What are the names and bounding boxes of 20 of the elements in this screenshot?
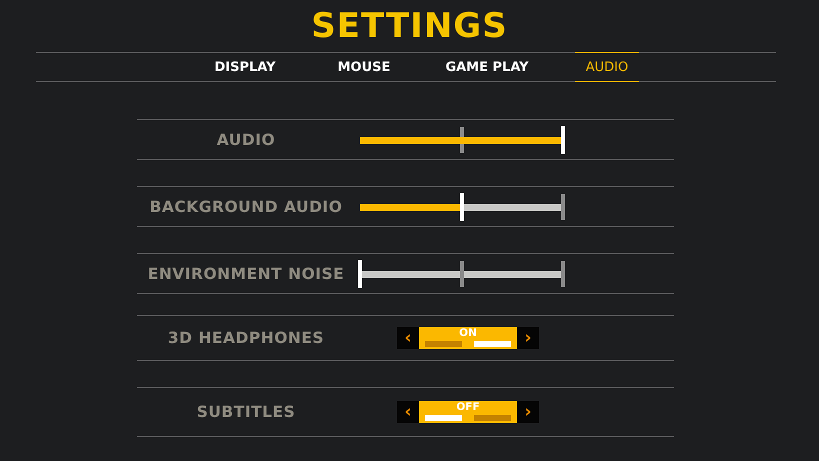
tab[interactable]: AUDIO (575, 52, 639, 82)
setting-label: ENVIRONMENT NOISE (146, 264, 346, 282)
setting-label: SUBTITLES (196, 403, 296, 421)
tab[interactable]: MOUSE (335, 52, 393, 82)
setting-label: 3D HEADPHONES (166, 329, 326, 347)
volume-slider[interactable] (360, 126, 563, 154)
setting-label: BACKGROUND AUDIO (148, 198, 344, 216)
next-button[interactable]: › (517, 327, 539, 349)
slider-handle[interactable] (561, 126, 565, 154)
volume-slider[interactable] (360, 260, 563, 288)
previous-button[interactable]: ‹ (397, 401, 419, 423)
tab[interactable]: GAME PLAY (437, 52, 537, 82)
volume-slider[interactable] (360, 192, 563, 220)
next-button[interactable]: › (517, 401, 539, 423)
setting-label: AUDIO (216, 130, 276, 148)
previous-button[interactable]: ‹ (397, 327, 419, 349)
slider-handle[interactable] (358, 260, 362, 288)
settings-title: SETTINGS (310, 5, 509, 48)
slider-handle[interactable] (460, 192, 464, 220)
tab[interactable]: DISPLAY (212, 52, 278, 82)
